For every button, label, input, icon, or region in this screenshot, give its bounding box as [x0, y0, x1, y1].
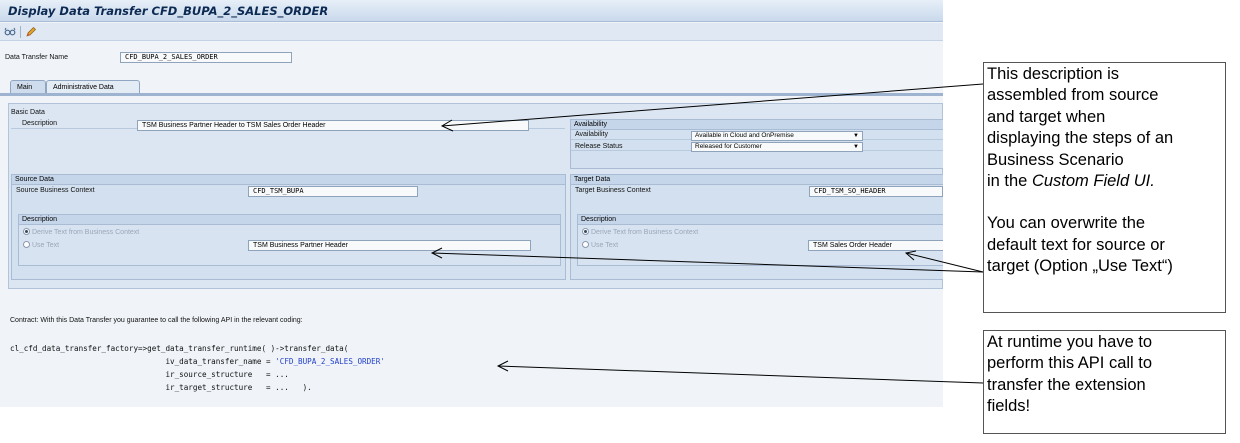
target-radio-derive[interactable]: Derive Text from Business Context — [582, 228, 698, 236]
title-bar: Display Data Transfer CFD_BUPA_2_SALES_O… — [0, 0, 943, 22]
radio-unselected-icon — [23, 241, 30, 248]
callout-top-line-9: target (Option „Use Text“) — [987, 257, 1173, 276]
basic-description-label: Description — [22, 120, 58, 127]
availability-label: Availability — [575, 131, 608, 138]
application-toolbar — [0, 23, 943, 41]
callout-top-line-7: You can overwrite the — [987, 214, 1146, 233]
callout-top-line-6: in the Custom Field UI. — [987, 171, 1222, 192]
basic-description-field[interactable]: TSM Business Partner Header to TSM Sales… — [137, 120, 529, 131]
target-data-group: Target Data Target Business Context CFD_… — [570, 174, 943, 280]
data-transfer-name-field[interactable]: CFD_BUPA_2_SALES_ORDER — [120, 52, 292, 63]
release-status-dropdown[interactable]: Released for Customer ▼ — [691, 142, 863, 152]
availability-group: Availability Availability Available in C… — [570, 119, 943, 169]
target-use-text-field[interactable]: TSM Sales Order Header — [808, 240, 943, 251]
target-context-field[interactable]: CFD_TSM_SO_HEADER — [809, 186, 943, 197]
target-data-title: Target Data — [571, 175, 943, 185]
radio-selected-icon — [582, 228, 589, 235]
callout-top-line-6a: in the — [987, 172, 1032, 191]
glasses-icon[interactable] — [4, 26, 16, 38]
source-context-field[interactable]: CFD_TSM_BUPA — [248, 186, 418, 197]
callout-bottom-line-1: At runtime you have to — [987, 333, 1153, 351]
callout-top-line-8: default text for source or — [987, 235, 1165, 254]
source-description-group: Description Derive Text from Business Co… — [18, 214, 561, 266]
tab-administrative-data[interactable]: Administrative Data — [46, 80, 140, 94]
code-line-3: ir_source_structure = ... — [10, 370, 289, 379]
source-data-title: Source Data — [12, 175, 565, 185]
toolbar-separator — [20, 26, 21, 38]
main-tab-panel: Basic Data Description TSM Business Part… — [8, 103, 943, 289]
callout-top-line-6b: Custom Field UI. — [1031, 172, 1155, 191]
callout-top-line-5: Business Scenario — [987, 150, 1124, 169]
callout-bottom-line-3: transfer the extension — [987, 375, 1146, 394]
tab-main[interactable]: Main — [10, 80, 46, 94]
radio-unselected-icon — [582, 241, 589, 248]
radio-selected-icon — [23, 228, 30, 235]
contract-text: Contract: With this Data Transfer you gu… — [10, 317, 303, 324]
callout-description-note: This description is assembled from sourc… — [983, 62, 1226, 313]
code-line-2-string: 'CFD_BUPA_2_SALES_ORDER' — [275, 357, 385, 366]
window-title: Display Data Transfer CFD_BUPA_2_SALES_O… — [8, 4, 329, 18]
target-description-group: Description Derive Text from Business Co… — [577, 214, 943, 266]
source-radio-derive-label: Derive Text from Business Context — [32, 229, 140, 236]
chevron-down-icon: ▼ — [853, 133, 859, 139]
target-radio-use-text[interactable]: Use Text — [582, 241, 618, 249]
callout-bottom-line-4: fields! — [987, 397, 1031, 416]
code-line-4: ir_target_structure = ... ). — [10, 383, 312, 392]
release-status-value: Released for Customer — [695, 143, 762, 150]
availability-dropdown[interactable]: Available in Cloud and OnPremise ▼ — [691, 131, 863, 141]
source-use-text-field[interactable]: TSM Business Partner Header — [248, 240, 531, 251]
target-radio-use-label: Use Text — [591, 242, 619, 249]
pencil-icon[interactable] — [25, 26, 37, 38]
callout-top-line-3: and target when — [987, 107, 1106, 126]
source-radio-use-text[interactable]: Use Text — [23, 241, 59, 249]
callout-top-line-2: assembled from source — [987, 86, 1159, 105]
sap-window: Display Data Transfer CFD_BUPA_2_SALES_O… — [0, 0, 943, 407]
target-description-title: Description — [578, 215, 943, 225]
code-line-1: cl_cfd_data_transfer_factory=>get_data_t… — [10, 344, 349, 353]
release-status-label: Release Status — [575, 143, 623, 150]
code-line-2: iv_data_transfer_name = 'CFD_BUPA_2_SALE… — [10, 357, 385, 366]
source-radio-derive[interactable]: Derive Text from Business Context — [23, 228, 139, 236]
availability-title: Availability — [571, 120, 943, 130]
callout-bottom-line-2: perform this API call to — [987, 354, 1153, 373]
target-radio-derive-label: Derive Text from Business Context — [591, 229, 699, 236]
basic-data-title: Basic Data — [11, 109, 45, 116]
source-description-title: Description — [19, 215, 560, 225]
code-line-2-prefix: iv_data_transfer_name = — [10, 357, 276, 366]
callout-top-spacer — [987, 192, 1222, 213]
callout-top-line-1: This description is — [987, 65, 1120, 83]
target-context-label: Target Business Context — [575, 187, 651, 194]
source-context-label: Source Business Context — [16, 187, 95, 194]
tab-underline — [0, 93, 943, 96]
data-transfer-name-label: Data Transfer Name — [5, 54, 69, 61]
callout-top-line-4: displaying the steps of an — [987, 129, 1174, 148]
callout-runtime-note: At runtime you have to perform this API … — [983, 330, 1226, 434]
availability-value: Available in Cloud and OnPremise — [695, 132, 794, 139]
source-data-group: Source Data Source Business Context CFD_… — [11, 174, 566, 280]
chevron-down-icon: ▼ — [853, 144, 859, 150]
source-radio-use-label: Use Text — [32, 242, 60, 249]
